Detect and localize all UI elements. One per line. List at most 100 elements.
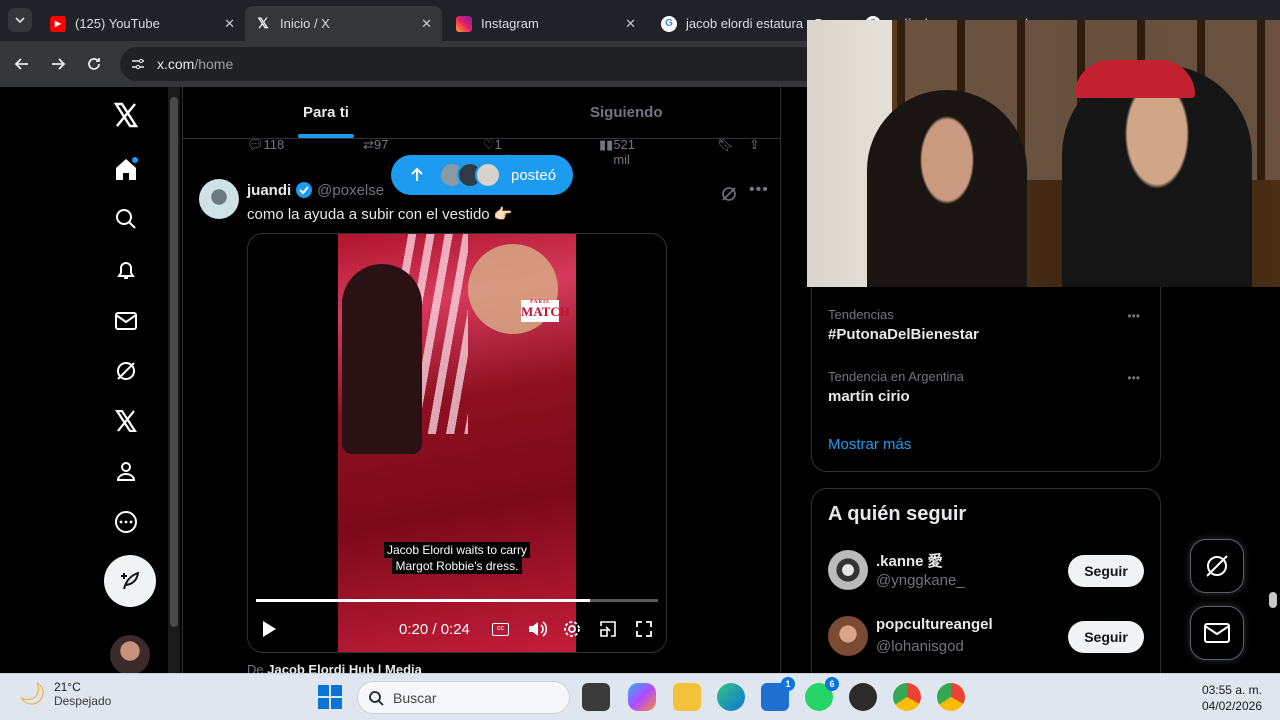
nav-grok[interactable]: [108, 353, 144, 389]
more-circle-icon: [115, 511, 137, 533]
follow-button[interactable]: Seguir: [1068, 621, 1144, 653]
nav-explore[interactable]: [108, 201, 144, 237]
close-icon[interactable]: ✕: [625, 16, 636, 32]
play-icon[interactable]: [260, 620, 278, 638]
video-watermark: PARIS MATCH: [521, 300, 570, 322]
volume-icon[interactable]: [527, 620, 547, 638]
repost-count: 97: [373, 137, 389, 152]
close-icon[interactable]: ✕: [224, 16, 235, 32]
weather-temp: 21°C: [53, 680, 81, 694]
scrollbar-thumb[interactable]: [1269, 592, 1277, 608]
whatsapp-icon[interactable]: 6: [805, 677, 839, 711]
show-more-link[interactable]: Mostrar más: [828, 436, 911, 453]
follow-suggestion[interactable]: .kanne 愛 @ynggkane_ Seguir: [812, 547, 1160, 595]
account-avatar[interactable]: [110, 635, 150, 673]
youtube-icon: ▶: [50, 15, 66, 32]
bookmark-icon[interactable]: 🔖︎: [717, 137, 734, 153]
obs-icon[interactable]: [849, 683, 877, 711]
grok-icon[interactable]: [720, 185, 738, 203]
avatar[interactable]: [828, 616, 868, 656]
system-clock[interactable]: 03:55 a. m. 04/02/2026: [1190, 682, 1262, 714]
grok-floating-button[interactable]: [1190, 539, 1244, 593]
browser-tab-youtube[interactable]: ▶ (125) YouTube ✕: [40, 6, 245, 41]
site-info-icon[interactable]: [130, 56, 146, 72]
weather-widget[interactable]: 🌙︎ 21°C Despejado: [18, 680, 111, 708]
copilot-icon[interactable]: [628, 683, 656, 711]
chevron-down-icon: [15, 17, 25, 24]
nav-home[interactable]: [108, 151, 144, 187]
tweet-author-name[interactable]: juandi: [247, 182, 291, 199]
compose-post-button[interactable]: [104, 555, 156, 607]
new-posts-pill[interactable]: posteó: [391, 155, 573, 195]
trend-item[interactable]: Tendencia en Argentina martín cirio •••: [828, 369, 1148, 405]
edge-icon[interactable]: [717, 683, 745, 711]
reply-button[interactable]: 💬︎ 118: [247, 137, 284, 153]
back-arrow-icon[interactable]: [13, 55, 31, 73]
previous-post-actions: 💬︎ 118 ⇄ 97 ♡ 1 mil ▮▮ 521 mil 🔖︎ ⇪: [243, 137, 773, 167]
tweet-more-icon[interactable]: •••: [749, 181, 769, 199]
tab-siguiendo[interactable]: Siguiendo: [590, 104, 663, 121]
nav-notifications[interactable]: [108, 252, 144, 288]
nav-more[interactable]: [108, 504, 144, 540]
arrow-up-icon: [411, 167, 423, 181]
task-view-icon[interactable]: [582, 683, 610, 711]
messages-floating-button[interactable]: [1190, 606, 1244, 660]
tab-para-ti[interactable]: Para ti: [303, 104, 349, 121]
captions-icon[interactable]: cc: [492, 623, 509, 636]
video-source: De Jacob Elordi Hub | Media: [247, 662, 422, 673]
left-scrollbar[interactable]: [168, 87, 180, 673]
reload-icon[interactable]: [85, 55, 103, 73]
follow-suggestion[interactable]: popcultureangel @lohanisgod Seguir: [812, 613, 1160, 661]
search-icon: [116, 209, 136, 229]
nav-messages[interactable]: [108, 303, 144, 339]
tweet-author-handle[interactable]: @poxelse: [317, 182, 384, 199]
feed-tabs: Para ti Siguiendo: [183, 87, 780, 139]
clock-date: 04/02/2026: [1201, 699, 1262, 713]
share-icon[interactable]: ⇪: [749, 137, 760, 153]
fullscreen-icon[interactable]: [635, 620, 653, 638]
browser-tab-x[interactable]: 𝕏 Inicio / X ✕: [245, 6, 442, 41]
webcam-overlay: [807, 20, 1280, 287]
taskbar-search-placeholder: Buscar: [393, 689, 437, 706]
chrome-profile-icon[interactable]: [937, 683, 965, 711]
video-progress-fill: [256, 599, 590, 602]
avatar[interactable]: [828, 550, 868, 590]
follow-button[interactable]: Seguir: [1068, 555, 1144, 587]
repost-button[interactable]: ⇄ 97: [363, 137, 388, 153]
close-icon[interactable]: ✕: [421, 16, 432, 32]
tab-title: (125) YouTube: [75, 16, 160, 31]
verified-badge-icon: [296, 182, 313, 198]
person-icon: [116, 462, 136, 481]
tweet-author-avatar[interactable]: [199, 179, 239, 219]
video-progress-track[interactable]: [256, 599, 658, 602]
url-path: /home: [194, 56, 234, 72]
taskbar-search[interactable]: Buscar: [357, 681, 570, 714]
trend-name: martín cirio: [828, 388, 910, 405]
nav-x-logo[interactable]: [108, 97, 144, 133]
like-button[interactable]: ♡ 1 mil: [483, 137, 511, 167]
trend-more-icon[interactable]: •••: [1127, 371, 1140, 385]
tab-search-button[interactable]: [8, 8, 32, 32]
address-bar[interactable]: x.com/home: [120, 47, 820, 81]
settings-gear-icon[interactable]: [563, 620, 581, 638]
browser-tab-instagram[interactable]: Instagram ✕: [446, 6, 646, 41]
chrome-icon[interactable]: [893, 683, 921, 711]
tweet-video[interactable]: PARIS MATCH Jacob Elordi waits to carry …: [247, 233, 667, 653]
views-button[interactable]: ▮▮ 521 mil: [599, 137, 635, 167]
trend-item[interactable]: Tendencias #PutonaDelBienestar •••: [828, 307, 1148, 343]
microsoft-store-icon[interactable]: 1: [761, 677, 795, 711]
tweet-header: juandi @poxelse: [247, 181, 384, 199]
picture-in-picture-icon[interactable]: [599, 620, 617, 638]
tab-title: Inicio / X: [280, 16, 330, 31]
trend-more-icon[interactable]: •••: [1127, 309, 1140, 323]
nav-premium[interactable]: [108, 403, 144, 439]
forward-arrow-icon[interactable]: [49, 55, 67, 73]
file-explorer-icon[interactable]: [673, 683, 701, 711]
new-post-avatar: [475, 162, 501, 188]
start-button[interactable]: [318, 685, 342, 709]
x-logo-icon: [113, 102, 139, 128]
scrollbar-thumb[interactable]: [170, 97, 178, 627]
windows-taskbar: 🌙︎ 21°C Despejado Buscar 1 6 03:55 a. m.…: [0, 673, 1280, 720]
nav-profile[interactable]: [108, 453, 144, 489]
video-source-link[interactable]: Jacob Elordi Hub | Media: [267, 662, 422, 673]
